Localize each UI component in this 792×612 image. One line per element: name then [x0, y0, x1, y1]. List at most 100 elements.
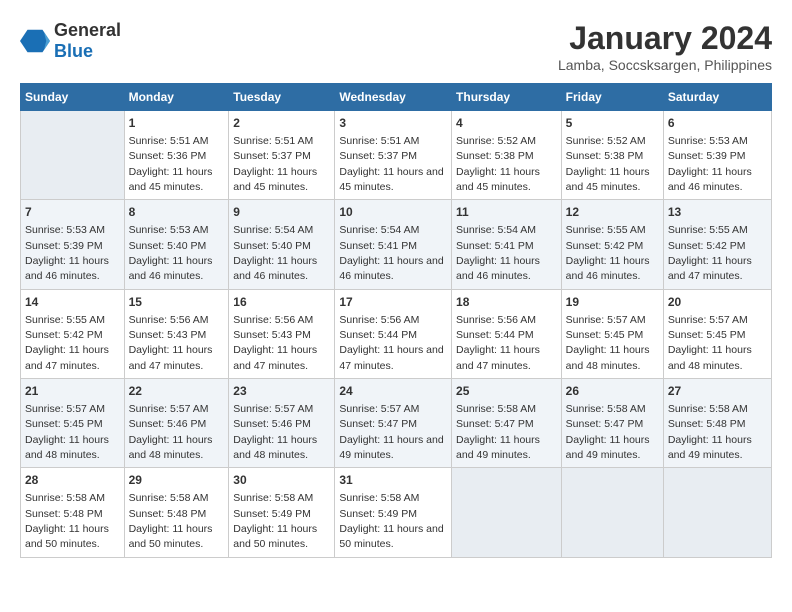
sunrise-info: Sunrise: 5:58 AM	[566, 403, 646, 415]
sunset-info: Sunset: 5:45 PM	[668, 329, 746, 341]
header-thursday: Thursday	[452, 84, 562, 111]
page-subtitle: Lamba, Soccsksargen, Philippines	[558, 57, 772, 73]
daylight-info: Daylight: 11 hours and 49 minutes.	[339, 434, 443, 461]
daylight-info: Daylight: 11 hours and 49 minutes.	[566, 434, 650, 461]
logo-icon	[20, 26, 50, 56]
sunrise-info: Sunrise: 5:55 AM	[668, 224, 748, 236]
day-number: 14	[25, 294, 120, 311]
sunset-info: Sunset: 5:41 PM	[339, 240, 417, 252]
calendar-cell: 11 Sunrise: 5:54 AM Sunset: 5:41 PM Dayl…	[452, 200, 562, 289]
calendar-cell: 7 Sunrise: 5:53 AM Sunset: 5:39 PM Dayli…	[21, 200, 125, 289]
sunrise-info: Sunrise: 5:56 AM	[129, 314, 209, 326]
sunset-info: Sunset: 5:39 PM	[668, 150, 746, 162]
sunrise-info: Sunrise: 5:55 AM	[566, 224, 646, 236]
sunset-info: Sunset: 5:40 PM	[233, 240, 311, 252]
day-number: 24	[339, 383, 447, 400]
sunrise-info: Sunrise: 5:58 AM	[129, 492, 209, 504]
sunrise-info: Sunrise: 5:57 AM	[339, 403, 419, 415]
calendar-cell: 8 Sunrise: 5:53 AM Sunset: 5:40 PM Dayli…	[124, 200, 229, 289]
sunrise-info: Sunrise: 5:58 AM	[233, 492, 313, 504]
daylight-info: Daylight: 11 hours and 47 minutes.	[25, 344, 109, 371]
sunset-info: Sunset: 5:49 PM	[339, 508, 417, 520]
sunset-info: Sunset: 5:47 PM	[566, 418, 644, 430]
calendar-cell: 22 Sunrise: 5:57 AM Sunset: 5:46 PM Dayl…	[124, 379, 229, 468]
sunrise-info: Sunrise: 5:58 AM	[25, 492, 105, 504]
sunrise-info: Sunrise: 5:54 AM	[339, 224, 419, 236]
calendar-cell: 13 Sunrise: 5:55 AM Sunset: 5:42 PM Dayl…	[663, 200, 771, 289]
day-number: 30	[233, 472, 330, 489]
sunrise-info: Sunrise: 5:53 AM	[25, 224, 105, 236]
daylight-info: Daylight: 11 hours and 47 minutes.	[233, 344, 317, 371]
day-number: 31	[339, 472, 447, 489]
calendar-cell: 1 Sunrise: 5:51 AM Sunset: 5:36 PM Dayli…	[124, 111, 229, 200]
sunrise-info: Sunrise: 5:58 AM	[668, 403, 748, 415]
day-number: 13	[668, 204, 767, 221]
daylight-info: Daylight: 11 hours and 50 minutes.	[339, 523, 443, 550]
day-number: 22	[129, 383, 225, 400]
day-number: 25	[456, 383, 557, 400]
calendar-cell: 21 Sunrise: 5:57 AM Sunset: 5:45 PM Dayl…	[21, 379, 125, 468]
sunset-info: Sunset: 5:42 PM	[25, 329, 103, 341]
day-number: 1	[129, 115, 225, 132]
page-header: General Blue January 2024 Lamba, Soccsks…	[20, 20, 772, 73]
day-number: 12	[566, 204, 659, 221]
day-number: 4	[456, 115, 557, 132]
daylight-info: Daylight: 11 hours and 45 minutes.	[339, 166, 443, 193]
sunset-info: Sunset: 5:42 PM	[668, 240, 746, 252]
daylight-info: Daylight: 11 hours and 50 minutes.	[233, 523, 317, 550]
calendar-cell: 6 Sunrise: 5:53 AM Sunset: 5:39 PM Dayli…	[663, 111, 771, 200]
sunrise-info: Sunrise: 5:57 AM	[566, 314, 646, 326]
logo-blue-text: Blue	[54, 41, 121, 62]
calendar-cell: 5 Sunrise: 5:52 AM Sunset: 5:38 PM Dayli…	[561, 111, 663, 200]
calendar-cell: 28 Sunrise: 5:58 AM Sunset: 5:48 PM Dayl…	[21, 468, 125, 557]
sunset-info: Sunset: 5:43 PM	[233, 329, 311, 341]
daylight-info: Daylight: 11 hours and 45 minutes.	[129, 166, 213, 193]
day-number: 8	[129, 204, 225, 221]
calendar-table: SundayMondayTuesdayWednesdayThursdayFrid…	[20, 83, 772, 558]
day-number: 7	[25, 204, 120, 221]
sunset-info: Sunset: 5:47 PM	[339, 418, 417, 430]
day-number: 2	[233, 115, 330, 132]
header-friday: Friday	[561, 84, 663, 111]
sunset-info: Sunset: 5:48 PM	[668, 418, 746, 430]
calendar-cell: 18 Sunrise: 5:56 AM Sunset: 5:44 PM Dayl…	[452, 289, 562, 378]
daylight-info: Daylight: 11 hours and 50 minutes.	[25, 523, 109, 550]
day-number: 27	[668, 383, 767, 400]
daylight-info: Daylight: 11 hours and 46 minutes.	[25, 255, 109, 282]
daylight-info: Daylight: 11 hours and 46 minutes.	[233, 255, 317, 282]
sunrise-info: Sunrise: 5:52 AM	[566, 135, 646, 147]
sunset-info: Sunset: 5:45 PM	[566, 329, 644, 341]
calendar-cell: 15 Sunrise: 5:56 AM Sunset: 5:43 PM Dayl…	[124, 289, 229, 378]
calendar-cell: 10 Sunrise: 5:54 AM Sunset: 5:41 PM Dayl…	[335, 200, 452, 289]
day-number: 28	[25, 472, 120, 489]
calendar-cell: 14 Sunrise: 5:55 AM Sunset: 5:42 PM Dayl…	[21, 289, 125, 378]
sunset-info: Sunset: 5:48 PM	[25, 508, 103, 520]
daylight-info: Daylight: 11 hours and 46 minutes.	[456, 255, 540, 282]
calendar-week-row: 14 Sunrise: 5:55 AM Sunset: 5:42 PM Dayl…	[21, 289, 772, 378]
daylight-info: Daylight: 11 hours and 46 minutes.	[566, 255, 650, 282]
day-number: 21	[25, 383, 120, 400]
header-wednesday: Wednesday	[335, 84, 452, 111]
calendar-cell: 20 Sunrise: 5:57 AM Sunset: 5:45 PM Dayl…	[663, 289, 771, 378]
calendar-cell: 31 Sunrise: 5:58 AM Sunset: 5:49 PM Dayl…	[335, 468, 452, 557]
day-number: 29	[129, 472, 225, 489]
calendar-cell: 3 Sunrise: 5:51 AM Sunset: 5:37 PM Dayli…	[335, 111, 452, 200]
calendar-cell: 23 Sunrise: 5:57 AM Sunset: 5:46 PM Dayl…	[229, 379, 335, 468]
daylight-info: Daylight: 11 hours and 46 minutes.	[129, 255, 213, 282]
day-number: 18	[456, 294, 557, 311]
sunrise-info: Sunrise: 5:54 AM	[233, 224, 313, 236]
daylight-info: Daylight: 11 hours and 47 minutes.	[339, 344, 443, 371]
daylight-info: Daylight: 11 hours and 50 minutes.	[129, 523, 213, 550]
sunset-info: Sunset: 5:46 PM	[129, 418, 207, 430]
sunrise-info: Sunrise: 5:57 AM	[129, 403, 209, 415]
day-number: 17	[339, 294, 447, 311]
sunrise-info: Sunrise: 5:56 AM	[233, 314, 313, 326]
sunset-info: Sunset: 5:44 PM	[456, 329, 534, 341]
sunrise-info: Sunrise: 5:57 AM	[25, 403, 105, 415]
daylight-info: Daylight: 11 hours and 45 minutes.	[233, 166, 317, 193]
sunrise-info: Sunrise: 5:55 AM	[25, 314, 105, 326]
calendar-cell: 4 Sunrise: 5:52 AM Sunset: 5:38 PM Dayli…	[452, 111, 562, 200]
calendar-week-row: 28 Sunrise: 5:58 AM Sunset: 5:48 PM Dayl…	[21, 468, 772, 557]
calendar-cell: 24 Sunrise: 5:57 AM Sunset: 5:47 PM Dayl…	[335, 379, 452, 468]
sunrise-info: Sunrise: 5:58 AM	[339, 492, 419, 504]
